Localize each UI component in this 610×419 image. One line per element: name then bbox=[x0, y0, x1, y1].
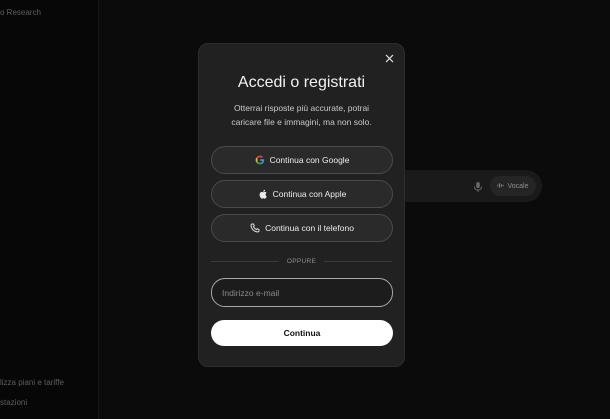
close-icon bbox=[385, 50, 394, 68]
divider-label: OPPURE bbox=[286, 257, 317, 265]
apple-button-label: Continua con Apple bbox=[272, 189, 347, 199]
continue-button[interactable]: Continua bbox=[211, 320, 393, 346]
apple-icon bbox=[258, 189, 268, 199]
email-field[interactable] bbox=[211, 278, 393, 307]
google-icon bbox=[255, 155, 265, 165]
modal-subtitle: Otterrai risposte più accurate, potrai c… bbox=[231, 103, 372, 127]
phone-icon bbox=[250, 223, 260, 233]
divider-line-left bbox=[211, 260, 279, 262]
phone-button-label: Continua con il telefono bbox=[265, 223, 354, 233]
continue-with-phone-button[interactable]: Continua con il telefono bbox=[211, 214, 393, 242]
login-modal: Accedi o registrati Otterrai risposte pi… bbox=[198, 43, 405, 367]
continue-with-google-button[interactable]: Continua con Google bbox=[211, 146, 393, 174]
close-button[interactable] bbox=[382, 52, 396, 66]
divider-line-right bbox=[324, 260, 393, 262]
or-divider: OPPURE bbox=[211, 256, 393, 266]
continue-with-apple-button[interactable]: Continua con Apple bbox=[211, 180, 393, 208]
modal-title: Accedi o registrati bbox=[237, 74, 366, 91]
google-button-label: Continua con Google bbox=[269, 155, 350, 165]
